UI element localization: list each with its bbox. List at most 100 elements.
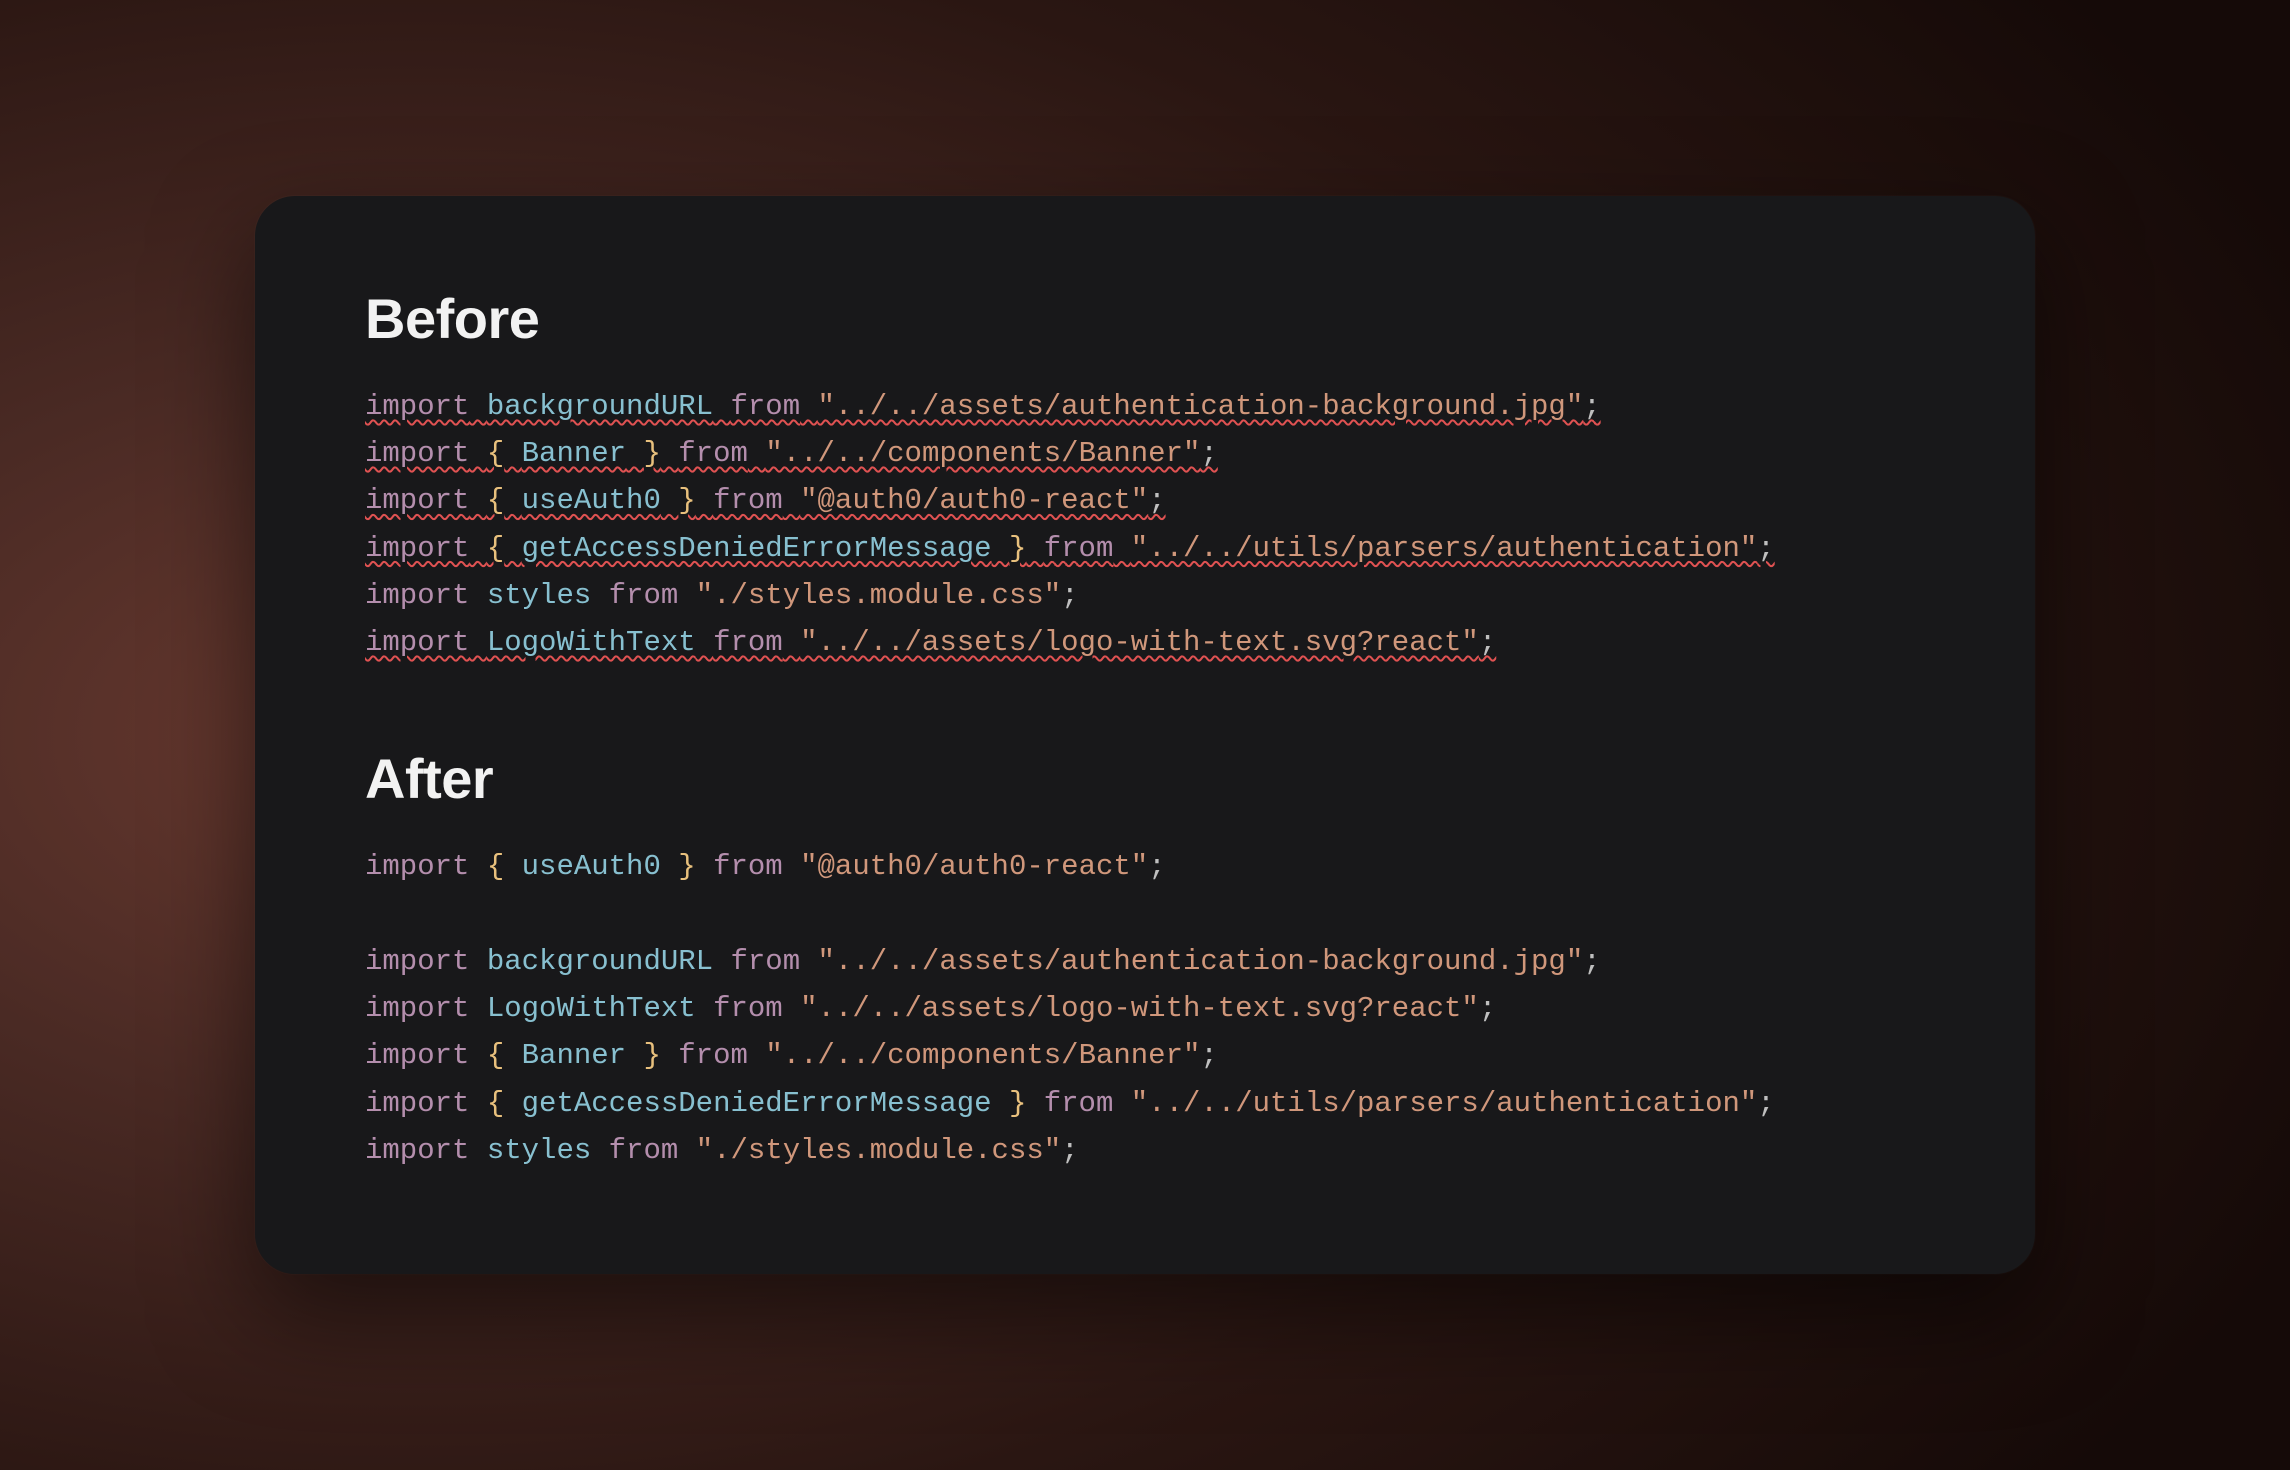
code-token: [992, 532, 1009, 565]
code-token: [783, 626, 800, 659]
code-token: import: [365, 1087, 469, 1120]
code-token: from: [678, 1039, 748, 1072]
code-token: "./styles.module.css": [696, 579, 1061, 612]
code-token: ;: [1200, 437, 1217, 470]
code-token: {: [487, 1087, 504, 1120]
code-token: import: [365, 626, 469, 659]
code-token: {: [487, 437, 504, 470]
code-token: [783, 484, 800, 517]
code-token: [469, 1134, 486, 1167]
code-token: from: [713, 484, 783, 517]
code-line: import styles from "./styles.module.css"…: [365, 1127, 1925, 1174]
code-line: import LogoWithText from "../../assets/l…: [365, 985, 1925, 1032]
code-token: [661, 437, 678, 470]
code-token: ;: [1757, 1087, 1774, 1120]
code-token: getAccessDeniedErrorMessage: [522, 1087, 992, 1120]
code-token: [591, 579, 608, 612]
code-token: [469, 484, 486, 517]
code-token: backgroundURL: [487, 390, 713, 423]
code-token: }: [643, 1039, 660, 1072]
code-token: [504, 1039, 521, 1072]
code-token: backgroundURL: [487, 945, 713, 978]
code-token: styles: [487, 579, 591, 612]
code-token: [469, 1087, 486, 1120]
code-token: import: [365, 1134, 469, 1167]
code-token: [504, 532, 521, 565]
code-token: [469, 626, 486, 659]
code-token: from: [730, 945, 800, 978]
code-token: "../../assets/authentication-background.…: [818, 390, 1584, 423]
code-token: "@auth0/auth0-react": [800, 484, 1148, 517]
code-token: {: [487, 532, 504, 565]
code-token: [469, 1039, 486, 1072]
code-token: import: [365, 1039, 469, 1072]
code-token: getAccessDeniedErrorMessage: [522, 532, 992, 565]
code-token: [626, 437, 643, 470]
code-token: {: [487, 484, 504, 517]
before-code-block: import backgroundURL from "../../assets/…: [365, 383, 1925, 667]
code-token: "../../assets/authentication-background.…: [818, 945, 1584, 978]
code-token: [469, 850, 486, 883]
code-token: [696, 484, 713, 517]
after-heading: After: [365, 746, 1925, 811]
code-line: import { useAuth0 } from "@auth0/auth0-r…: [365, 477, 1925, 524]
code-token: ;: [1200, 1039, 1217, 1072]
code-token: ;: [1148, 850, 1165, 883]
code-token: from: [713, 992, 783, 1025]
code-token: [469, 945, 486, 978]
code-token: from: [730, 390, 800, 423]
code-token: [469, 437, 486, 470]
code-line: import { Banner } from "../../components…: [365, 430, 1925, 477]
code-token: [696, 850, 713, 883]
code-token: ;: [1148, 484, 1165, 517]
code-token: }: [1009, 1087, 1026, 1120]
code-token: [469, 579, 486, 612]
code-token: import: [365, 850, 469, 883]
code-token: [992, 1087, 1009, 1120]
code-token: [661, 850, 678, 883]
code-token: "../../assets/logo-with-text.svg?react": [800, 626, 1479, 659]
code-token: [748, 437, 765, 470]
code-token: [1026, 1087, 1043, 1120]
code-token: [783, 992, 800, 1025]
code-token: ;: [1757, 532, 1774, 565]
code-token: [713, 945, 730, 978]
code-token: ;: [1061, 1134, 1078, 1167]
code-token: }: [1009, 532, 1026, 565]
code-token: useAuth0: [522, 850, 661, 883]
code-token: ;: [1479, 992, 1496, 1025]
code-line: import LogoWithText from "../../assets/l…: [365, 619, 1925, 666]
code-token: import: [365, 437, 469, 470]
after-section: After import { useAuth0 } from "@auth0/a…: [365, 746, 1925, 1174]
code-token: from: [609, 579, 679, 612]
code-token: useAuth0: [522, 484, 661, 517]
code-token: }: [643, 437, 660, 470]
code-token: [748, 1039, 765, 1072]
before-section: Before import backgroundURL from "../../…: [365, 286, 1925, 667]
code-token: [696, 992, 713, 1025]
code-line: [365, 891, 1925, 938]
code-token: ;: [1583, 945, 1600, 978]
code-token: {: [487, 1039, 504, 1072]
code-token: LogoWithText: [487, 992, 696, 1025]
code-line: import { getAccessDeniedErrorMessage } f…: [365, 1080, 1925, 1127]
code-token: [469, 390, 486, 423]
code-token: ;: [1583, 390, 1600, 423]
code-line: import { useAuth0 } from "@auth0/auth0-r…: [365, 843, 1925, 890]
code-token: [696, 626, 713, 659]
code-token: "@auth0/auth0-react": [800, 850, 1148, 883]
code-token: from: [713, 626, 783, 659]
code-token: import: [365, 532, 469, 565]
code-token: from: [609, 1134, 679, 1167]
code-token: {: [487, 850, 504, 883]
code-token: ;: [1061, 579, 1078, 612]
code-token: import: [365, 484, 469, 517]
code-token: LogoWithText: [487, 626, 696, 659]
code-token: [800, 945, 817, 978]
code-token: from: [1044, 532, 1114, 565]
code-token: import: [365, 945, 469, 978]
code-token: "../../utils/parsers/authentication": [1131, 1087, 1758, 1120]
code-token: ;: [1479, 626, 1496, 659]
code-token: [504, 1087, 521, 1120]
code-token: [504, 484, 521, 517]
